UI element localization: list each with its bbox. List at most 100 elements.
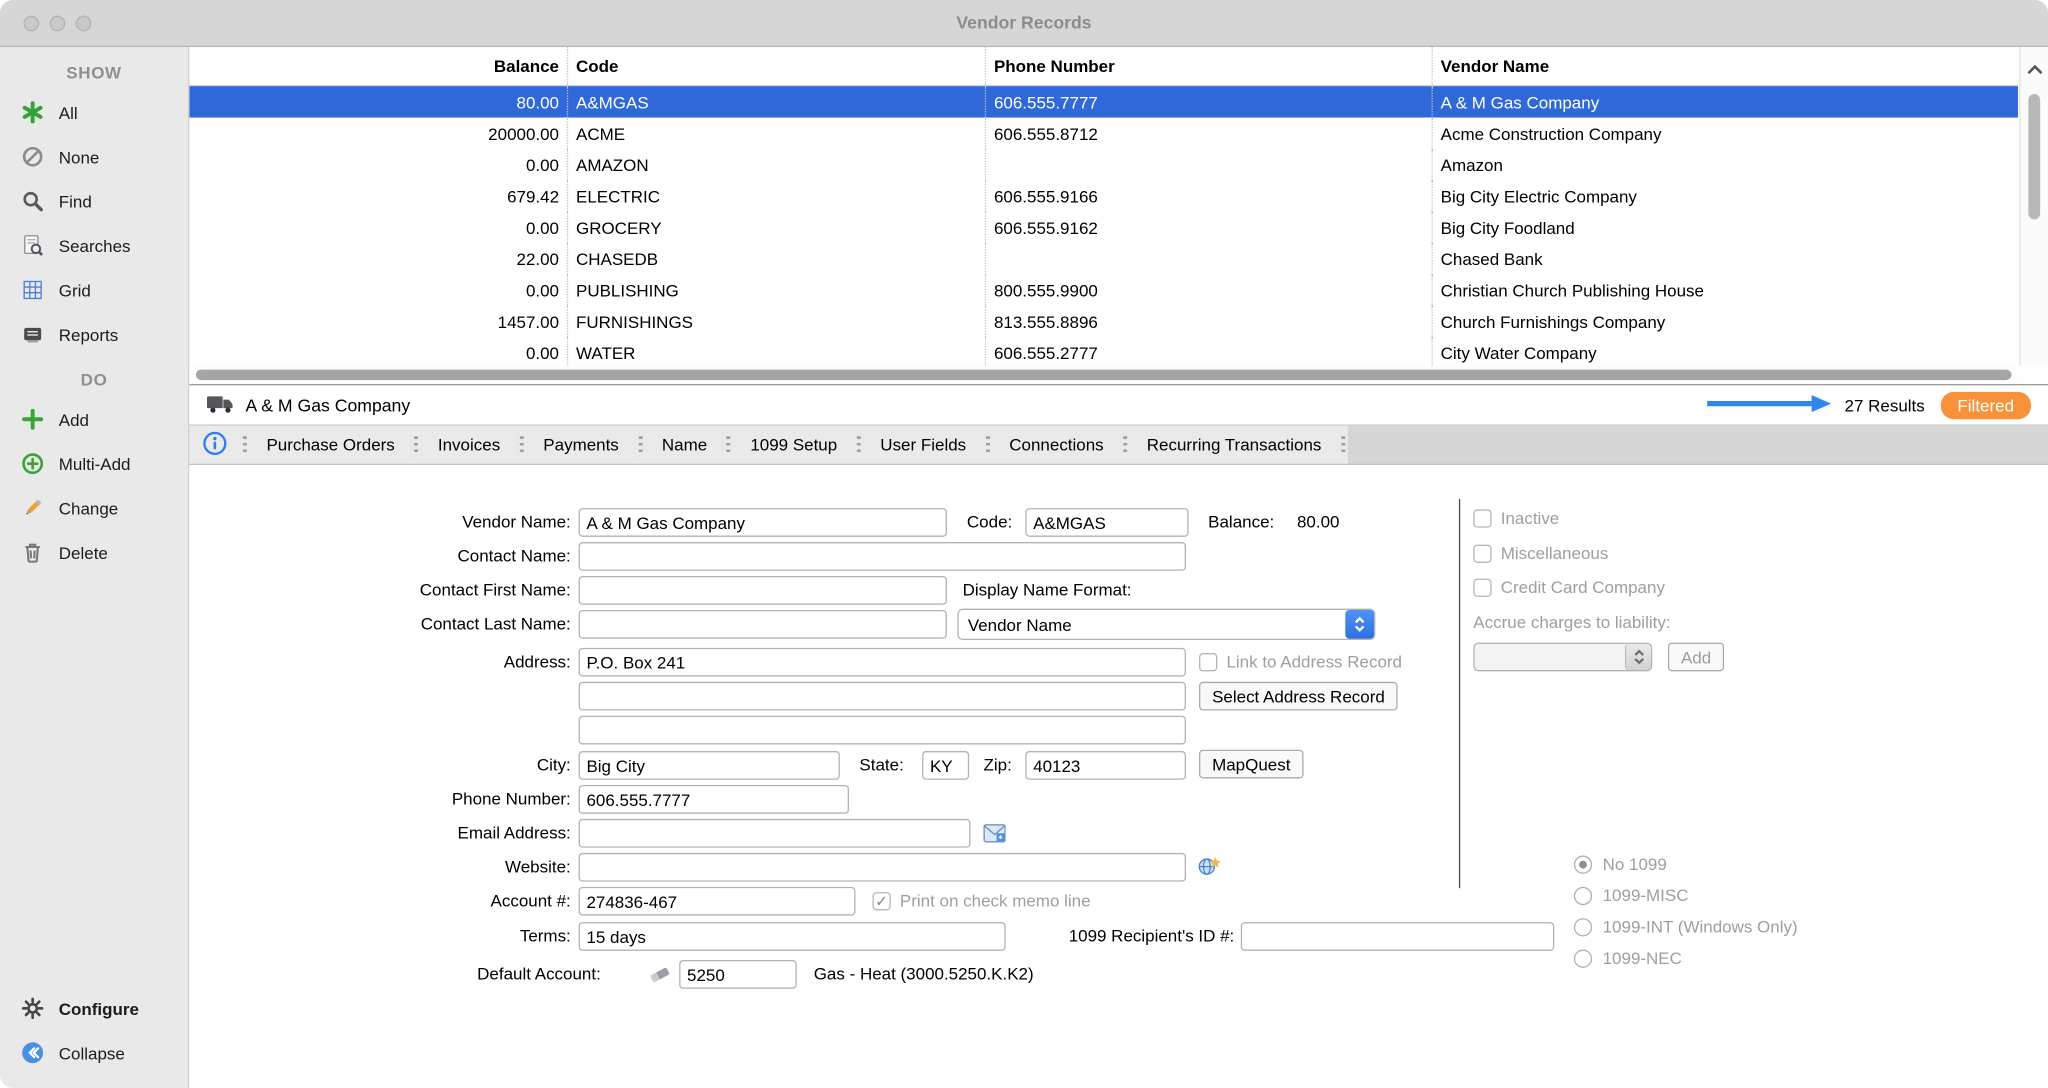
column-header-phone[interactable]: Phone Number [986,47,1433,85]
address-line1-input[interactable] [579,648,1186,677]
dropdown-chevrons-icon[interactable] [1345,610,1374,639]
radio-circle[interactable] [1574,856,1592,874]
sidebar-item-grid[interactable]: Grid [0,268,188,312]
address-line3-input[interactable] [579,716,1186,745]
sidebar-item-reports[interactable]: Reports [0,312,188,356]
balance-value: 80.00 [1297,508,1340,537]
tab-name[interactable]: Name [645,426,724,464]
zoom-button[interactable] [76,16,92,32]
print-memo-checkbox[interactable]: Print on check memo line [872,887,1090,916]
radio-1099-misc[interactable]: 1099-MISC [1574,883,1689,909]
scrollbar-thumb[interactable] [196,370,2012,380]
phone-input[interactable] [579,785,849,814]
checkbox-box[interactable] [1473,509,1491,527]
cell-vendor: Big City Electric Company [1433,180,2018,211]
dropdown-chevrons-icon[interactable] [1625,644,1651,670]
table-row[interactable]: 22.00 CHASEDB Chased Bank [189,243,2018,274]
table-row[interactable]: 679.42 ELECTRIC 606.555.9166 Big City El… [189,180,2018,211]
email-input[interactable] [579,819,971,848]
tab-purchase-orders[interactable]: Purchase Orders [249,426,411,464]
column-header-code[interactable]: Code [568,47,986,85]
contact-name-input[interactable] [579,542,1186,571]
tab-invoices[interactable]: Invoices [421,426,517,464]
tab-separator-handle[interactable] [412,426,421,464]
sidebar-item-delete[interactable]: Delete [0,530,188,574]
contact-last-name-input[interactable] [579,610,947,639]
link-address-checkbox[interactable]: Link to Address Record [1199,648,1402,677]
sidebar-item-add[interactable]: Add [0,397,188,441]
sidebar-item-configure[interactable]: Configure [0,986,188,1030]
horizontal-scrollbar[interactable] [189,366,2048,384]
radio-no-1099[interactable]: No 1099 [1574,852,1667,878]
table-row[interactable]: 0.00 GROCERY 606.555.9162 Big City Foodl… [189,212,2018,243]
address-line2-input[interactable] [579,682,1186,711]
sidebar-item-find[interactable]: Find [0,179,188,223]
tab-payments[interactable]: Payments [526,426,635,464]
close-button[interactable] [24,16,40,32]
tab-separator-handle[interactable] [854,426,863,464]
info-tab[interactable] [189,426,240,464]
inactive-checkbox[interactable]: Inactive [1473,504,1559,533]
select-address-record-button[interactable]: Select Address Record [1199,682,1398,711]
minimize-button[interactable] [50,16,66,32]
state-input[interactable] [922,751,969,780]
vertical-scrollbar[interactable] [2019,47,2048,366]
column-header-balance[interactable]: Balance [189,47,568,85]
scrollbar-thumb[interactable] [2028,94,2040,219]
accrue-liability-dropdown[interactable] [1473,643,1652,672]
recipient-id-input[interactable] [1241,922,1554,951]
table-row[interactable]: 0.00 AMAZON Amazon [189,149,2018,180]
display-name-format-dropdown[interactable]: Vendor Name [957,609,1375,640]
table-row[interactable]: 1457.00 FURNISHINGS 813.555.8896 Church … [189,306,2018,337]
tab-1099-setup[interactable]: 1099 Setup [733,426,854,464]
miscellaneous-checkbox[interactable]: Miscellaneous [1473,539,1608,568]
sidebar-item-all[interactable]: All [0,90,188,134]
accrue-add-button[interactable]: Add [1668,643,1724,672]
radio-circle[interactable] [1574,950,1592,968]
tab-separator-handle[interactable] [240,426,249,464]
tab-separator-handle[interactable] [517,426,526,464]
tab-separator-handle[interactable] [983,426,992,464]
tab-separator-handle[interactable] [1338,426,1347,464]
radio-circle[interactable] [1574,918,1592,936]
radio-1099-nec[interactable]: 1099-NEC [1574,946,1682,972]
sidebar-item-searches[interactable]: Searches [0,223,188,267]
checkbox-box[interactable] [1473,579,1491,597]
checkbox-box[interactable] [1199,653,1217,671]
checkbox-box[interactable] [872,892,890,910]
radio-label: 1099-INT (Windows Only) [1603,918,1798,936]
zip-input[interactable] [1025,751,1186,780]
table-row[interactable]: 0.00 PUBLISHING 800.555.9900 Christian C… [189,274,2018,305]
code-input[interactable] [1025,508,1188,537]
terms-input[interactable] [579,922,1006,951]
credit-card-company-checkbox[interactable]: Credit Card Company [1473,573,1665,602]
radio-circle[interactable] [1574,887,1592,905]
chevron-up-icon[interactable] [2026,60,2044,80]
table-row[interactable]: 0.00 WATER 606.555.2777 City Water Compa… [189,337,2018,366]
table-row[interactable]: 20000.00 ACME 606.555.8712 Acme Construc… [189,118,2018,149]
checkbox-box[interactable] [1473,545,1491,563]
city-input[interactable] [579,751,840,780]
tab-recurring-transactions[interactable]: Recurring Transactions [1130,426,1339,464]
sidebar-item-multi-add[interactable]: Multi-Add [0,441,188,485]
table-row[interactable]: 80.00 A&MGAS 606.555.7777 A & M Gas Comp… [189,86,2018,117]
tab-connections[interactable]: Connections [992,426,1120,464]
filtered-badge[interactable]: Filtered [1940,391,2031,418]
account-number-input[interactable] [579,887,856,916]
column-header-vendor[interactable]: Vendor Name [1433,47,2018,85]
tab-separator-handle[interactable] [1121,426,1130,464]
website-icon[interactable] [1196,854,1222,878]
vendor-name-input[interactable] [579,508,947,537]
sidebar-item-none[interactable]: None [0,135,188,179]
sidebar-item-change[interactable]: Change [0,486,188,530]
tab-separator-handle[interactable] [636,426,645,464]
contact-first-name-input[interactable] [579,576,947,605]
sidebar-item-collapse[interactable]: Collapse [0,1031,188,1075]
radio-1099-int[interactable]: 1099-INT (Windows Only) [1574,914,1798,940]
tab-separator-handle[interactable] [724,426,733,464]
default-account-input[interactable] [679,960,797,989]
email-icon[interactable] [981,822,1007,846]
account-lookup-icon[interactable] [647,963,673,987]
website-input[interactable] [579,853,1186,882]
tab-user-fields[interactable]: User Fields [863,426,983,464]
